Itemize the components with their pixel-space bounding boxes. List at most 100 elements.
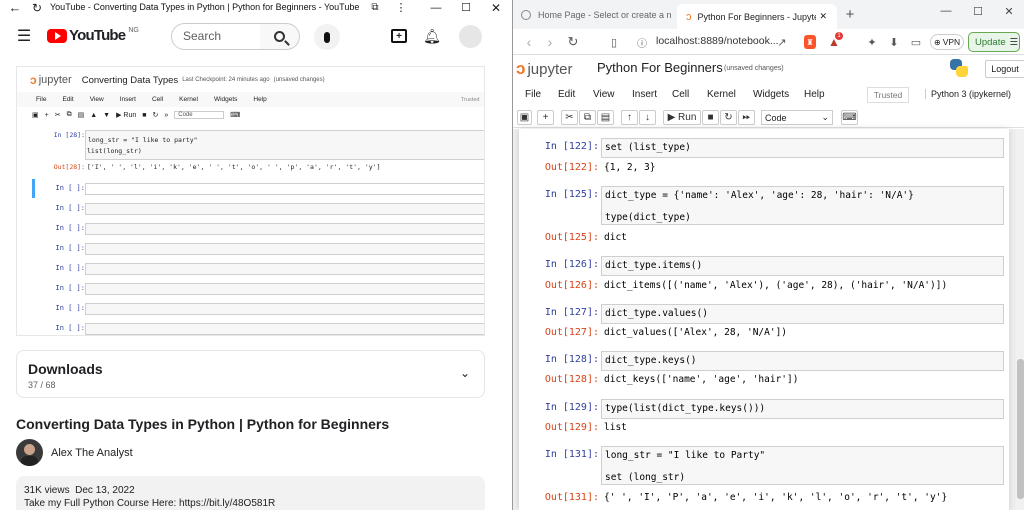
minimize-icon[interactable]: — <box>430 0 442 15</box>
tab-close-icon[interactable]: ✕ <box>820 11 828 22</box>
empty-cell[interactable]: In [ ]: <box>30 301 484 316</box>
sidebar-icon[interactable]: ▭ <box>909 34 923 50</box>
move-down-icon[interactable]: ▼ <box>103 112 110 119</box>
celltype-select[interactable]: Code ⌄ <box>761 110 833 125</box>
more-vert-icon[interactable]: ⋮ <box>396 0 407 15</box>
create-video-icon[interactable]: + <box>391 29 407 43</box>
reload-icon[interactable]: ↻ <box>566 34 580 50</box>
save-button[interactable]: ▣ <box>517 110 532 125</box>
save-icon[interactable]: ▣ <box>32 111 39 119</box>
copy-icon[interactable]: ⧉ <box>67 111 72 119</box>
back-arrow-icon[interactable]: ← <box>8 0 22 15</box>
cell-code[interactable]: type(list(dict_type.keys())) <box>601 399 1004 419</box>
extensions-icon[interactable]: ✦ <box>865 34 879 50</box>
restart-icon[interactable]: ↻ <box>153 111 159 119</box>
scrollbar-thumb[interactable] <box>1017 359 1024 499</box>
jupyter-logo[interactable]: ↄ jupyter <box>516 58 573 80</box>
description-box[interactable]: 31K views Dec 13, 2022 Take my Full Pyth… <box>16 476 485 510</box>
menu-file[interactable]: File <box>36 96 46 103</box>
video-player[interactable]: ↄ jupyter Converting Data Types Last Che… <box>16 66 485 336</box>
maximize-icon[interactable]: ☐ <box>460 0 472 15</box>
restart-button[interactable]: ↻ <box>720 110 737 125</box>
menu-view[interactable]: View <box>90 96 104 103</box>
forward-icon[interactable]: › <box>543 34 557 50</box>
minimize-icon[interactable]: — <box>939 4 953 18</box>
restart-run-all-button[interactable]: ⏩︎ <box>738 110 755 125</box>
voice-search-button[interactable] <box>314 24 340 50</box>
paste-icon[interactable]: ▤ <box>78 111 85 119</box>
move-down-button[interactable]: ↓ <box>639 110 656 125</box>
menu-help[interactable]: Help <box>253 96 266 103</box>
empty-cell[interactable]: In [ ]: <box>30 281 484 296</box>
chevron-down-icon[interactable]: ⌄ <box>458 365 472 381</box>
empty-cell[interactable]: In [ ]: <box>30 321 484 335</box>
menu-insert[interactable]: Insert <box>120 96 136 103</box>
notebook-title[interactable]: Python For Beginners <box>597 60 723 75</box>
menu-kernel[interactable]: Kernel <box>707 89 736 100</box>
cell-code[interactable]: dict_type = {'name': 'Alex', 'age': 28, … <box>601 186 1004 225</box>
menu-widgets[interactable]: Widgets <box>753 89 789 100</box>
menu-cell[interactable]: Cell <box>152 96 163 103</box>
tab-home[interactable]: Home Page - Select or create a note <box>521 6 671 24</box>
back-icon[interactable]: ‹ <box>522 34 536 50</box>
add-cell-button[interactable]: + <box>537 110 554 125</box>
empty-cell[interactable]: In [ ]: <box>30 181 484 196</box>
keyboard-icon[interactable]: ⌨ <box>230 111 240 119</box>
vpn-button[interactable]: ⊕ VPN <box>930 34 964 50</box>
menu-kernel[interactable]: Kernel <box>179 96 198 103</box>
command-palette-button[interactable]: ⌨ <box>841 110 858 125</box>
run-button[interactable]: ▶ Run <box>116 111 136 119</box>
url-field[interactable]: localhost:8889/notebook... <box>656 35 779 47</box>
copy-button[interactable]: ⧉ <box>579 110 596 125</box>
cell-code[interactable]: long_str = "I like to Party" set (long_st… <box>601 446 1004 485</box>
downloads-icon[interactable]: ⬇ <box>887 34 901 50</box>
bookmark-icon[interactable]: ▯ <box>607 34 621 50</box>
account-avatar[interactable] <box>459 25 482 48</box>
menu-insert[interactable]: Insert <box>632 89 657 100</box>
notifications-bell-icon[interactable]: 🔔︎ <box>423 27 441 45</box>
fast-forward-icon[interactable]: » <box>164 112 168 119</box>
downloads-panel[interactable]: Downloads 37 / 68 ⌄ <box>16 350 485 398</box>
extension-icon[interactable]: ⧉ <box>368 1 382 14</box>
close-icon[interactable]: ✕ <box>1002 4 1016 18</box>
cell-code[interactable]: dict_type.keys() <box>601 351 1004 371</box>
empty-cell[interactable]: In [ ]: <box>30 241 484 256</box>
menu-file[interactable]: File <box>525 89 541 100</box>
add-cell-icon[interactable]: + <box>45 112 49 119</box>
nb-cell-28[interactable]: In [28]: long_str = "I like to party" li… <box>30 130 484 162</box>
menu-cell[interactable]: Cell <box>672 89 689 100</box>
empty-cell[interactable]: In [ ]: <box>30 201 484 216</box>
empty-cell[interactable]: In [ ]: <box>30 221 484 236</box>
share-icon[interactable]: ↗ <box>775 34 789 50</box>
run-button[interactable]: ▶ Run <box>663 110 701 125</box>
cell-code[interactable]: dict_type.items() <box>601 256 1004 276</box>
paste-button[interactable]: ▤ <box>597 110 614 125</box>
cut-button[interactable]: ✂ <box>561 110 578 125</box>
notebook-scroll-area[interactable]: In [122]: set (list_type) Out[122]: {1, … <box>513 129 1024 510</box>
interrupt-button[interactable]: ■ <box>702 110 719 125</box>
trusted-indicator[interactable]: Trusted <box>867 87 909 103</box>
menu-widgets[interactable]: Widgets <box>214 96 237 103</box>
stop-icon[interactable]: ■ <box>142 112 146 119</box>
search-button[interactable] <box>260 23 300 50</box>
search-input[interactable]: Search <box>171 23 261 50</box>
youtube-logo[interactable]: YouTube NG <box>47 27 139 44</box>
cell-code[interactable]: dict_type.values() <box>601 304 1004 324</box>
menu-view[interactable]: View <box>593 89 615 100</box>
empty-cell[interactable]: In [ ]: <box>30 261 484 276</box>
close-icon[interactable]: ✕ <box>490 0 502 15</box>
move-up-button[interactable]: ↑ <box>621 110 638 125</box>
info-icon[interactable]: ⓘ <box>635 34 649 50</box>
reload-icon[interactable]: ↻ <box>30 0 44 15</box>
menu-help[interactable]: Help <box>804 89 825 100</box>
scrollbar[interactable] <box>1016 129 1024 510</box>
menu-edit[interactable]: Edit <box>558 89 575 100</box>
logout-button[interactable]: Logout <box>985 60 1024 78</box>
cut-icon[interactable]: ✂ <box>55 111 61 119</box>
maximize-icon[interactable]: ☐ <box>971 4 985 18</box>
celltype-select[interactable]: Code <box>174 111 225 119</box>
new-tab-icon[interactable]: + <box>843 6 857 23</box>
cell-code-area[interactable]: long_str = "I like to party" <box>85 130 484 160</box>
channel-name[interactable]: Alex The Analyst <box>51 447 133 459</box>
menu-edit[interactable]: Edit <box>62 96 73 103</box>
